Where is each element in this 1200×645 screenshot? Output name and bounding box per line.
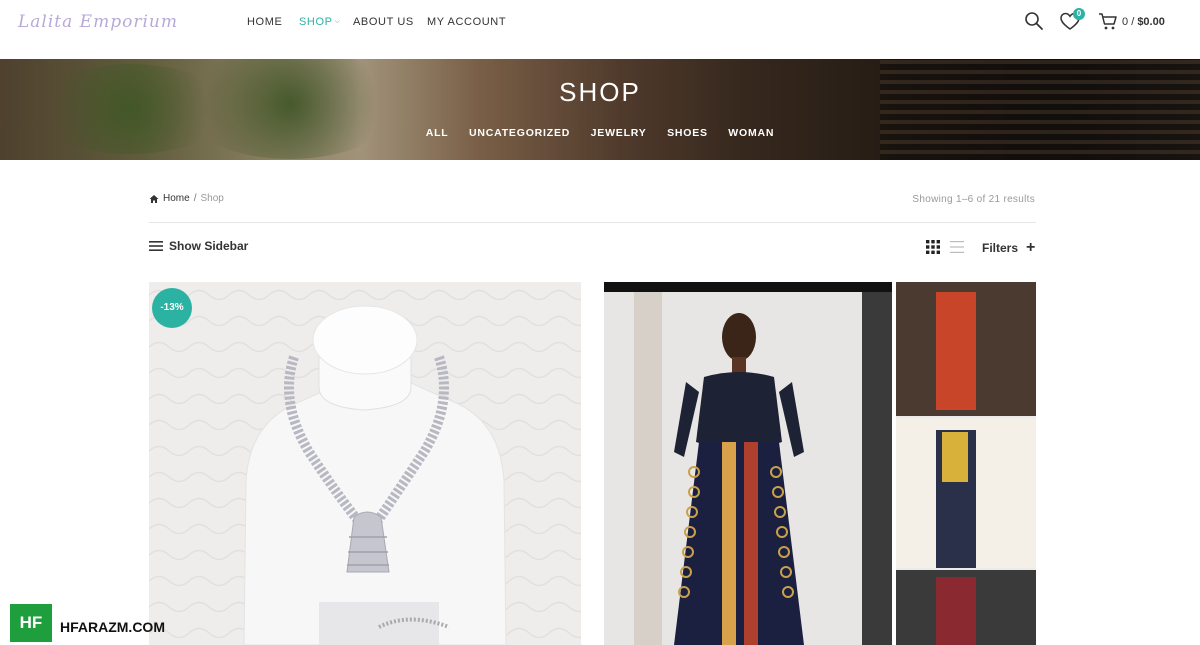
site-watermark: HF HFARAZM.COM <box>10 604 165 642</box>
hero-overlay <box>0 59 1200 160</box>
product-card-dress[interactable] <box>604 282 1036 645</box>
nav-shop[interactable]: SHOP ⌵ <box>299 16 340 28</box>
cart-summary[interactable]: 0 / $0.00 <box>1122 16 1165 28</box>
breadcrumb-home[interactable]: Home <box>163 193 190 204</box>
breadcrumb-separator: / <box>193 193 197 204</box>
cart-icon[interactable] <box>1098 11 1118 31</box>
cart-total: $0.00 <box>1137 16 1165 28</box>
site-logo[interactable]: Lalita Emporium <box>18 12 178 32</box>
chevron-down-icon: ⌵ <box>334 18 341 26</box>
category-woman[interactable]: WOMAN <box>728 127 774 139</box>
watermark-text: HFARAZM.COM <box>60 619 165 635</box>
divider <box>149 222 1036 223</box>
nav-home[interactable]: HOME <box>247 16 282 28</box>
nav-about-us[interactable]: ABOUT US <box>353 16 414 28</box>
wishlist-count-badge: 0 <box>1073 8 1085 20</box>
cart-count: 0 <box>1122 16 1129 28</box>
category-uncategorized[interactable]: UNCATEGORIZED <box>469 127 570 139</box>
sale-badge: -13% <box>152 288 192 328</box>
filters-button[interactable]: Filters + <box>982 239 1035 257</box>
nav-shop-label: SHOP <box>299 16 333 28</box>
category-shoes[interactable]: SHOES <box>667 127 708 139</box>
show-sidebar-label: Show Sidebar <box>169 239 249 253</box>
category-all[interactable]: ALL <box>426 127 449 139</box>
site-header: Lalita Emporium HOME SHOP ⌵ ABOUT US MY A… <box>0 0 1200 59</box>
grid-view-icon[interactable] <box>926 240 940 254</box>
list-view-icon[interactable] <box>950 240 964 254</box>
cart-separator: / <box>1131 16 1135 28</box>
breadcrumb-current: Shop <box>200 193 224 204</box>
watermark-logo: HF <box>10 604 52 642</box>
breadcrumb: Home / Shop <box>149 193 224 204</box>
necklace-product-image <box>149 282 581 645</box>
page-title: SHOP <box>559 77 641 107</box>
hamburger-icon <box>149 241 163 251</box>
filters-label: Filters <box>982 241 1019 255</box>
result-count: Showing 1–6 of 21 results <box>912 194 1035 205</box>
dress-product-image <box>604 282 1036 645</box>
home-icon <box>149 194 159 203</box>
plus-icon: + <box>1026 239 1036 256</box>
shop-hero-banner: SHOP ALL UNCATEGORIZED JEWELRY SHOES WOM… <box>0 59 1200 160</box>
category-jewelry[interactable]: JEWELRY <box>591 127 647 139</box>
show-sidebar-button[interactable]: Show Sidebar <box>149 239 248 253</box>
category-links: ALL UNCATEGORIZED JEWELRY SHOES WOMAN <box>0 123 1200 141</box>
product-card-necklace[interactable]: -13% <box>149 282 581 645</box>
nav-my-account[interactable]: MY ACCOUNT <box>427 16 506 28</box>
search-icon[interactable] <box>1024 11 1044 31</box>
